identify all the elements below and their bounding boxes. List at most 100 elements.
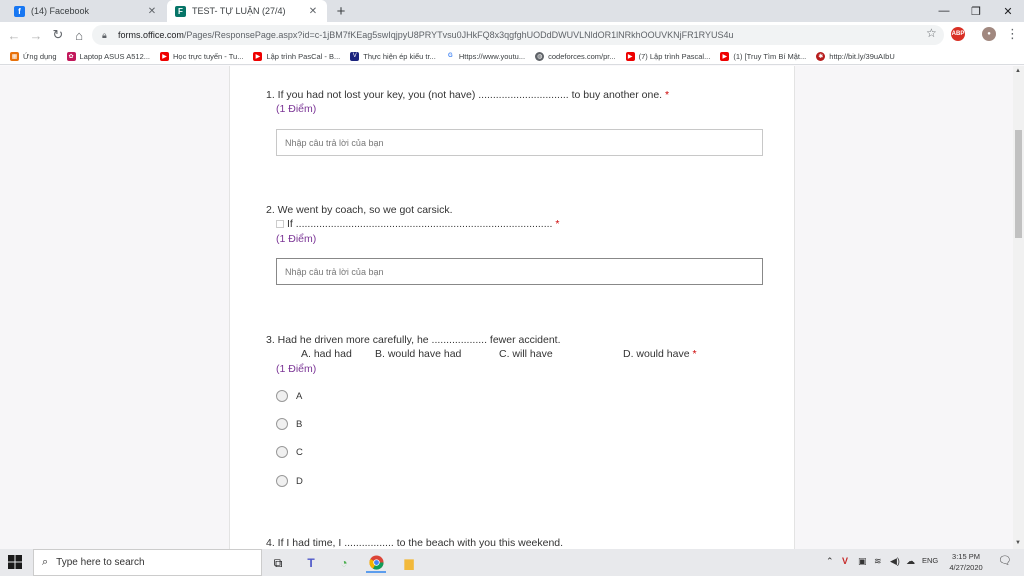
bookmark-label: Https://www.youtu... [458, 51, 526, 61]
lock-icon: 🔒︎ [102, 29, 107, 40]
minimize-icon[interactable]: — [928, 0, 960, 22]
back-icon[interactable]: ← [6, 27, 22, 43]
radio-option-a[interactable]: A [276, 390, 302, 402]
task-view-icon[interactable]: ⧉ [268, 553, 288, 573]
menu-icon[interactable]: ⋮ [1006, 26, 1019, 42]
home-icon[interactable]: ⌂ [71, 27, 87, 43]
url-path: /Pages/ResponsePage.aspx?id=c-1jBM7fKEag… [183, 30, 734, 40]
question-points: (1 Điểm) [276, 103, 317, 115]
adblock-icon[interactable]: ABP [951, 27, 965, 41]
file-explorer-icon[interactable]: ▆ [399, 553, 419, 573]
close-tab-icon[interactable]: ✕ [146, 6, 158, 17]
facebook-icon: f [14, 5, 25, 17]
bookmark-label: (1) [Truy Tìm Bí Mật... [733, 51, 807, 61]
asus-icon: ✿ [66, 51, 76, 61]
radio-option-d[interactable]: D [276, 475, 303, 487]
taskbar-clock[interactable]: 3:15 PM 4/27/2020 [944, 551, 988, 573]
bookmark-label: http://bit.ly/39uAIbU [829, 51, 895, 61]
url-host: forms.office.com [118, 30, 184, 40]
windows-start-icon[interactable] [8, 555, 22, 569]
windows-taskbar: ⌕ Type here to search ⧉ T ◔ ▆ ⌃ V ▣ ≋ ◀)… [0, 549, 1024, 576]
radio-label: A [296, 390, 303, 402]
notifications-icon[interactable]: 🗨︎ [998, 554, 1012, 567]
greenshot-icon[interactable]: ◔ [334, 553, 354, 573]
bookmark-item[interactable]: ◍ codeforces.com/pr... [535, 51, 616, 61]
bookmarks-bar: ▦ Ứng dụng ✿ Laptop ASUS A512... ▶ Học trực… [0, 48, 1024, 65]
tab-strip: f (14) Facebook ✕ F TEST- TỰ LUẬN (27/4)… [0, 0, 1024, 22]
tray-chevron-icon[interactable]: ⌃ [826, 556, 834, 567]
bookmark-star-icon[interactable]: ☆ [926, 26, 937, 40]
question-text: 3. Had he driven more carefully, he ....… [266, 334, 561, 346]
search-placeholder: Type here to search [56, 557, 145, 568]
reload-icon[interactable]: ↻ [50, 27, 66, 43]
tab-forms[interactable]: F TEST- TỰ LUẬN (27/4) ✕ [167, 0, 327, 22]
bookmark-label: Lập trình PasCal - B... [266, 51, 341, 61]
radio-circle[interactable] [276, 446, 288, 458]
question-2: 2. We went by coach, so we got carsick. [266, 204, 453, 216]
bookmark-item[interactable]: ▶ (7) Lập trình Pascal... [625, 51, 711, 61]
scroll-up-icon[interactable]: ▲ [1015, 68, 1021, 74]
page-viewport: 1. If you had not lost your key, you (no… [0, 66, 1024, 549]
globe-icon: ◍ [535, 51, 545, 61]
bookmark-label: Thực hiện ép kiểu tr... [363, 51, 436, 61]
bookmark-item[interactable]: ▶ (1) [Truy Tìm Bí Mật... [720, 51, 807, 61]
youtube-icon: ▶ [253, 51, 263, 61]
question-3: 3. Had he driven more carefully, he ....… [266, 334, 561, 346]
close-window-icon[interactable]: ✕ [992, 0, 1024, 22]
volume-icon[interactable]: ◀) [890, 556, 900, 567]
chrome-icon[interactable] [366, 553, 386, 573]
radio-circle[interactable] [276, 390, 288, 402]
onedrive-icon[interactable]: ☁ [906, 556, 915, 567]
language-indicator[interactable]: ENG [922, 556, 938, 565]
question-points: (1 Điểm) [276, 233, 317, 245]
radio-label: D [296, 475, 303, 487]
tab-title: (14) Facebook [31, 6, 90, 16]
question-points: (1 Điểm) [276, 363, 317, 375]
answer-input-2[interactable]: Nhập câu trả lời của bạn [276, 258, 763, 285]
address-bar[interactable]: 🔒︎ forms.office.com /Pages/ResponsePage.… [92, 25, 944, 45]
close-tab-icon[interactable]: ✕ [307, 6, 319, 17]
question-text-line2: If .....................................… [287, 218, 553, 230]
option-text-b: B. would have had [375, 348, 462, 360]
radio-circle[interactable] [276, 418, 288, 430]
bug-icon: ✱ [816, 51, 826, 61]
bookmark-item[interactable]: G Https://www.youtu... [445, 51, 526, 61]
page-scrollbar[interactable]: ▲ ▼ [1013, 66, 1024, 549]
scrollbar-thumb[interactable] [1015, 130, 1022, 238]
bookmark-item[interactable]: ▶ Học trực tuyến - Tu... [160, 51, 244, 61]
profile-avatar-icon[interactable]: ● [982, 27, 996, 41]
question-2-line: If .....................................… [276, 218, 559, 230]
option-text-d-line: D. would have * [623, 348, 697, 360]
question-text: 1. If you had not lost your key, you (no… [266, 89, 663, 101]
option-text-d: D. would have [623, 348, 690, 360]
bookmark-label: Laptop ASUS A512... [79, 51, 150, 61]
youtube-icon: ▶ [160, 51, 169, 61]
bookmark-label: (7) Lập trình Pascal... [638, 51, 711, 61]
bookmark-item[interactable]: ✿ Laptop ASUS A512... [66, 51, 150, 61]
bookmark-item[interactable]: ▦ Ứng dụng [10, 51, 57, 61]
network-icon[interactable]: ▣ [858, 556, 867, 567]
bookmark-item[interactable]: ✱ http://bit.ly/39uAIbU [816, 51, 895, 61]
forward-icon[interactable]: → [28, 27, 44, 43]
radio-option-b[interactable]: B [276, 418, 302, 430]
tab-facebook[interactable]: f (14) Facebook ✕ [6, 0, 166, 22]
maximize-icon[interactable]: ❐ [960, 0, 992, 22]
wifi-icon[interactable]: ≋ [874, 556, 882, 567]
radio-option-c[interactable]: C [276, 446, 303, 458]
answer-input-1[interactable]: Nhập câu trả lời của bạn [276, 129, 763, 156]
new-tab-button[interactable]: + [333, 3, 349, 20]
bookmark-item[interactable]: V Thực hiện ép kiểu tr... [350, 51, 436, 61]
scroll-down-icon[interactable]: ▼ [1015, 540, 1021, 546]
google-icon: G [445, 51, 455, 61]
teams-icon[interactable]: T [301, 553, 321, 573]
youtube-icon: ▶ [720, 51, 730, 61]
bookmark-item[interactable]: ▶ Lập trình PasCal - B... [253, 51, 341, 61]
unikey-icon[interactable]: V [842, 556, 848, 566]
forms-icon: F [175, 5, 186, 17]
form-card: 1. If you had not lost your key, you (no… [229, 66, 795, 549]
tab-title: TEST- TỰ LUẬN (27/4) [192, 6, 286, 16]
radio-circle[interactable] [276, 475, 288, 487]
bookmark-label: Học trực tuyến - Tu... [173, 51, 244, 61]
taskbar-search-input[interactable]: ⌕ Type here to search [33, 549, 262, 576]
search-icon: ⌕ [42, 556, 49, 568]
